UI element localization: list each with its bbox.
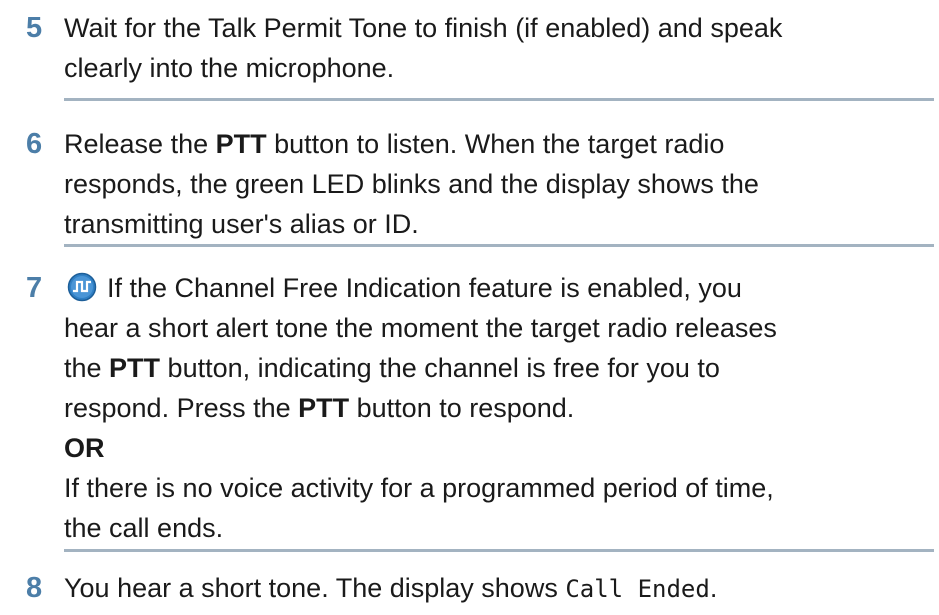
step-text-line: transmitting user's alias or ID. [64,209,419,239]
text-run: button to listen. When the target radio [266,129,725,159]
text-run: You hear a short tone. The display shows [64,573,566,603]
ptt-button-term: PTT [215,129,267,159]
text-run: the [64,353,110,383]
ptt-button-term: PTT [298,393,350,423]
text-run: . [709,573,718,603]
step-number: 7 [26,272,43,304]
text-run: button to respond. [349,393,575,423]
step-number: 8 [26,572,43,604]
divider [64,549,934,552]
or-label-text: OR [64,433,105,463]
step-text-line: Release the PTT button to listen. When t… [64,124,934,164]
step-text: If the Channel Free Indication feature i… [64,268,934,548]
step-text-line: respond. Press the PTT button to respond… [64,388,934,428]
text-run: respond. Press the [64,393,299,423]
step-text-line: the call ends. [64,513,224,543]
display-text: Call Ended [565,575,710,603]
step-text-line: Wait for the Talk Permit Tone to finish … [64,13,783,43]
step-text-line: responds, the green LED blinks and the d… [64,169,759,199]
step-number: 6 [26,128,43,160]
divider [64,98,934,101]
text-run: If the Channel Free Indication feature i… [107,273,742,303]
step-text: You hear a short tone. The display shows… [64,568,934,609]
step-text: Wait for the Talk Permit Tone to finish … [64,8,934,88]
step-text: Release the PTT button to listen. When t… [64,124,934,244]
or-label: OR [64,428,934,468]
step-text-line: the PTT button, indicating the channel i… [64,348,934,388]
instruction-steps: 5 Wait for the Talk Permit Tone to finis… [0,0,939,615]
ptt-button-term: PTT [109,353,161,383]
step-text-line: If the Channel Free Indication feature i… [64,268,934,308]
step-text-line: clearly into the microphone. [64,53,395,83]
divider [64,244,934,247]
step-text-line: If there is no voice activity for a prog… [64,473,774,503]
step-number: 5 [26,12,43,44]
step-text-line: You hear a short tone. The display shows… [64,568,934,609]
step-text-line: hear a short alert tone the moment the t… [64,313,777,343]
channel-free-indication-icon [67,272,97,302]
text-run: button, indicating the channel is free f… [160,353,720,383]
text-run: Release the [64,129,216,159]
